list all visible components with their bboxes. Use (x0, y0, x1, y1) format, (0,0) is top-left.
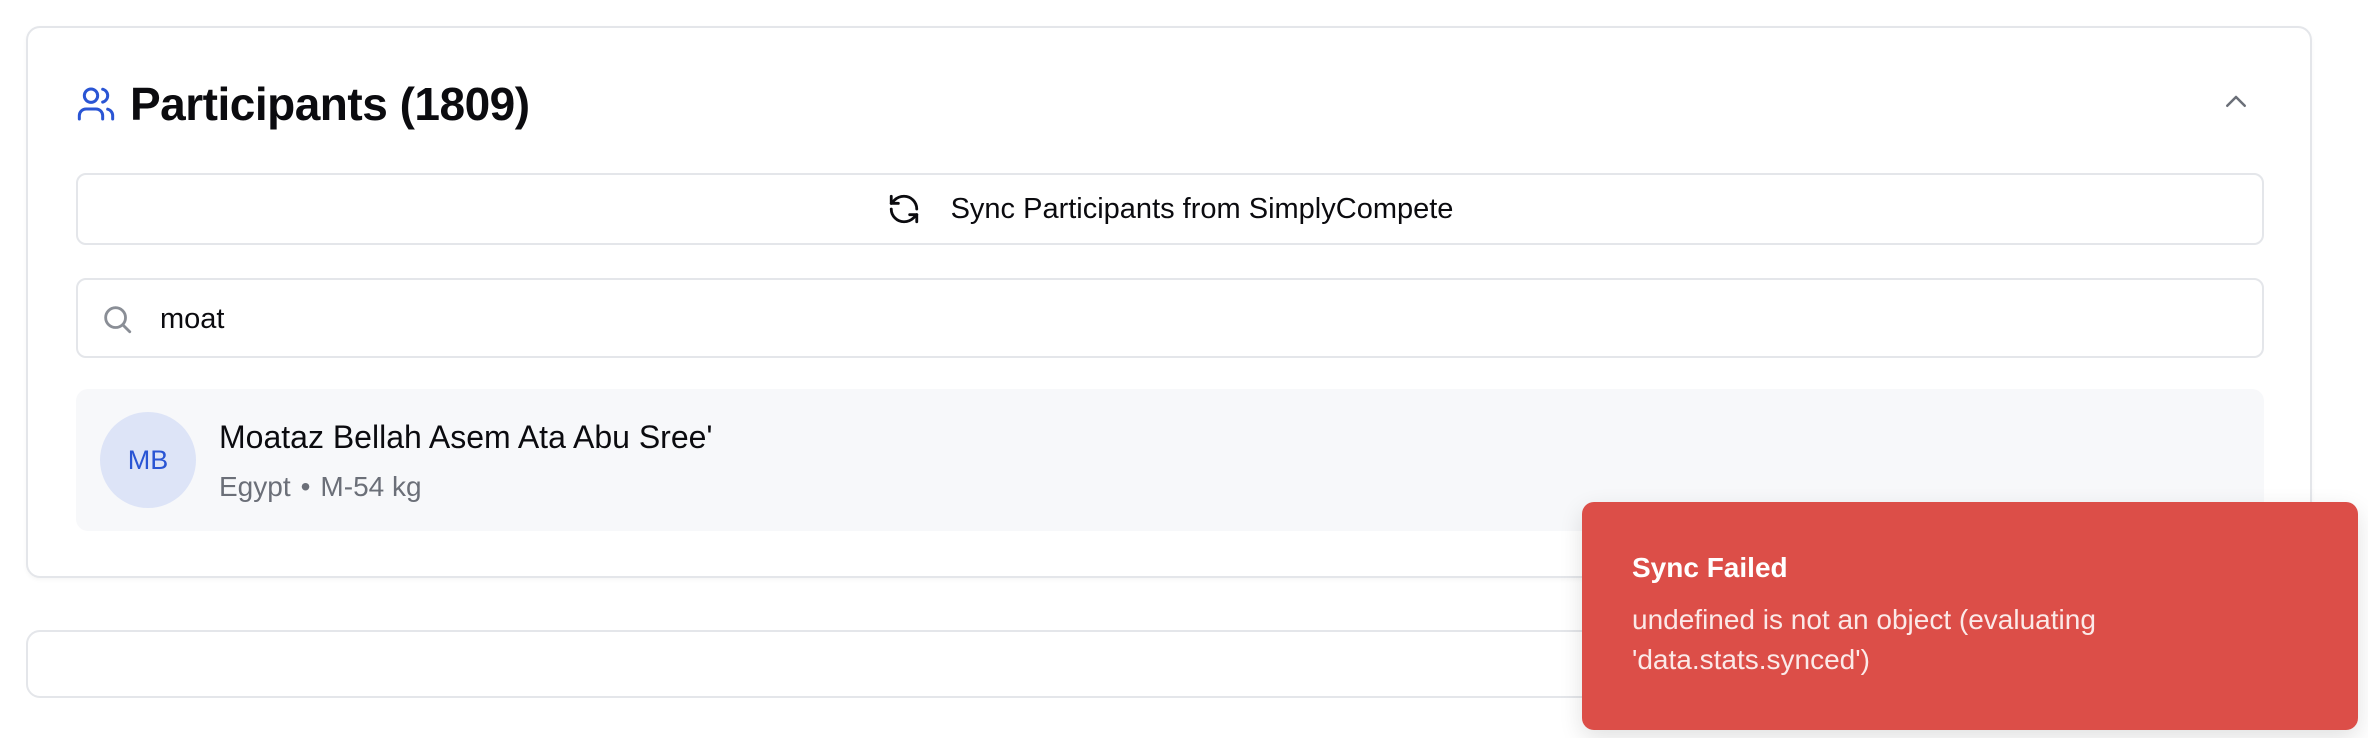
users-icon (76, 84, 116, 124)
chevron-up-icon (2221, 87, 2251, 122)
participant-meta: Egypt • M-54 kg (219, 471, 422, 503)
sync-button-label: Sync Participants from SimplyCompete (950, 192, 1454, 225)
collapse-button[interactable] (2216, 84, 2256, 124)
toast-title: Sync Failed (1632, 552, 1788, 583)
search-icon (100, 302, 134, 336)
participant-category: M-54 kg (320, 471, 422, 502)
error-toast[interactable]: Sync Failed undefined is not an object (… (1582, 502, 2358, 730)
participant-country: Egypt (219, 471, 291, 502)
participant-name: Moataz Bellah Asem Ata Abu Sree' (219, 419, 713, 455)
avatar: MB (100, 412, 196, 508)
refresh-icon (887, 192, 921, 226)
card-title: Participants (1809) (130, 78, 530, 130)
meta-separator: • (300, 471, 311, 502)
search-input[interactable] (158, 290, 2242, 348)
participants-card: Participants (1809) Sync Participants fr… (26, 26, 2312, 578)
sync-participants-button[interactable]: Sync Participants from SimplyCompete (76, 173, 2264, 245)
toast-message: undefined is not an object (evaluating '… (1632, 604, 2096, 675)
card-header: Participants (1809) (76, 76, 530, 132)
search-field[interactable] (76, 278, 2264, 358)
